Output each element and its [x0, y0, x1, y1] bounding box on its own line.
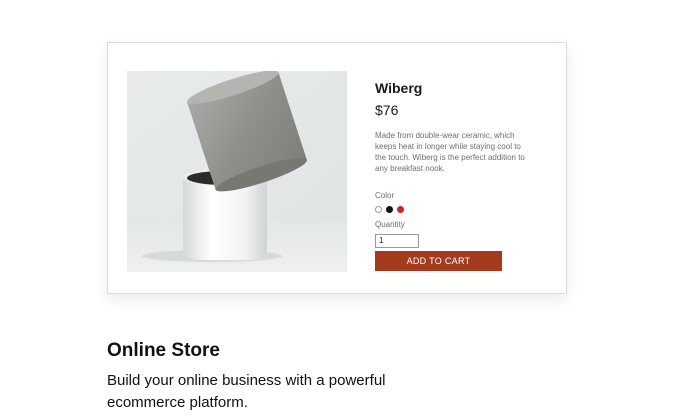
product-name: Wiberg [375, 80, 423, 96]
color-label: Color [375, 191, 395, 200]
color-swatch-red[interactable] [397, 205, 404, 213]
product-description: Made from double-wear ceramic, which kee… [375, 131, 525, 173]
feature-subtitle: Build your online business with a powerf… [107, 372, 386, 411]
product-image [127, 71, 347, 272]
product-price: $76 [375, 102, 399, 118]
quantity-label: Quantity [375, 220, 405, 229]
product-card: Wiberg $76 Made from double-wear ceramic… [107, 42, 567, 294]
add-to-cart-button[interactable]: ADD TO CART [375, 251, 502, 271]
color-swatch-black[interactable] [386, 205, 393, 213]
feature-title: Online Store [107, 340, 220, 361]
color-swatches [375, 205, 545, 213]
product-info: Wiberg $76 Made from double-wear ceramic… [375, 79, 545, 248]
color-swatch-white[interactable] [375, 205, 382, 213]
quantity-input[interactable] [375, 233, 419, 248]
